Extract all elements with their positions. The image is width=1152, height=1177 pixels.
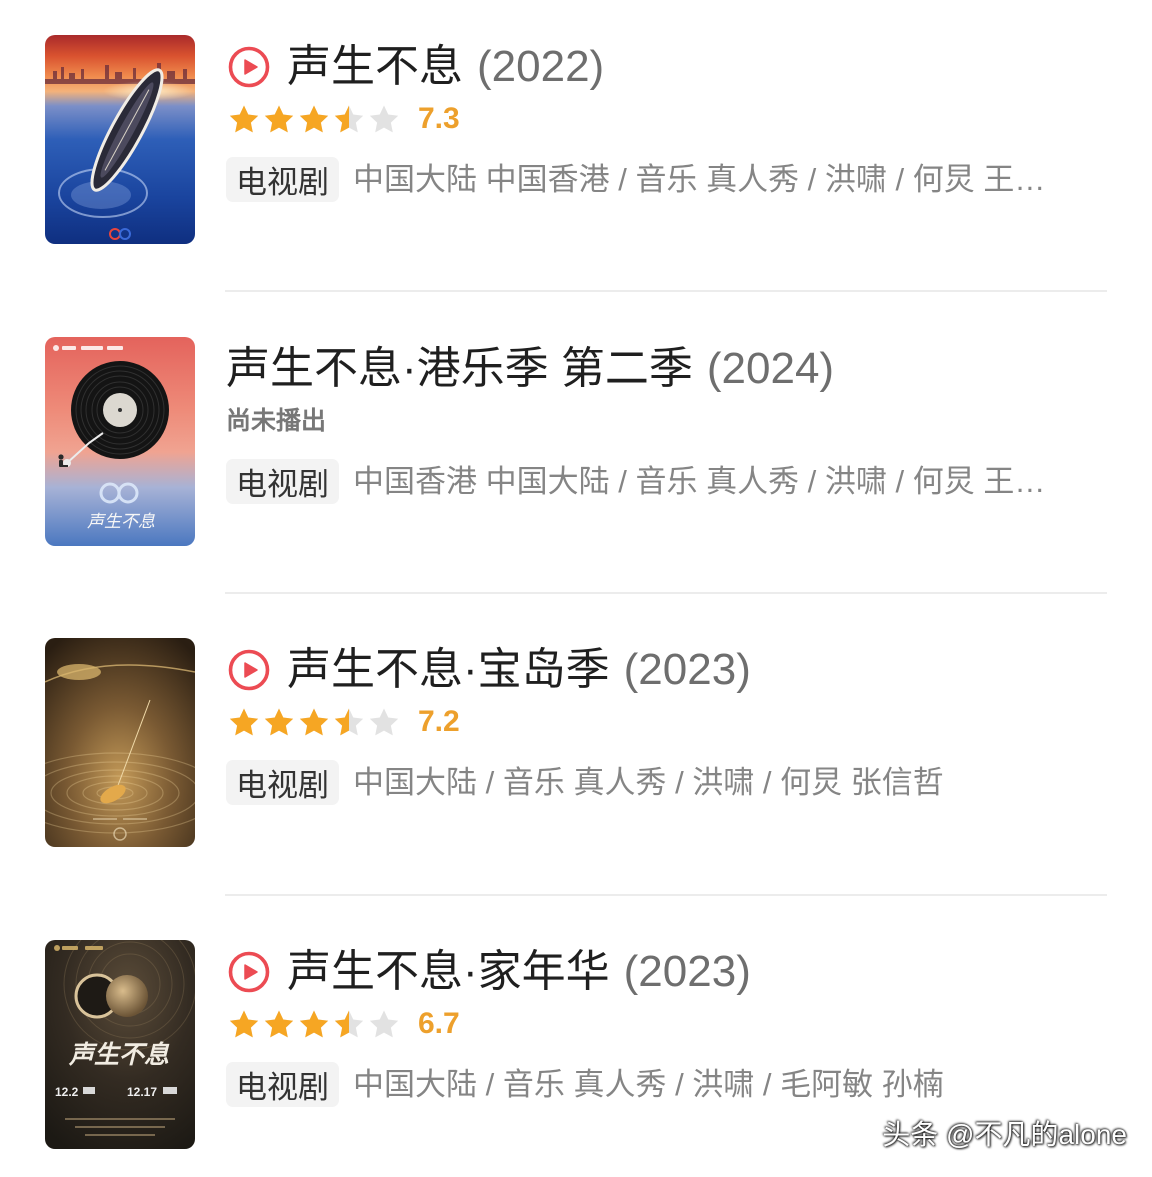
result-meta: 中国大陆 中国香港 / 音乐 真人秀 / 洪啸 / 何炅 王… [353, 162, 1046, 197]
result-meta: 中国大陆 / 音乐 真人秀 / 洪啸 / 何炅 张信哲 [353, 765, 944, 800]
poster-image: 声生不息 [45, 337, 195, 546]
poster-title-text: 声生不息 [68, 1040, 170, 1069]
rating-score: 7.2 [418, 705, 460, 738]
result-meta: 中国大陆 / 音乐 真人秀 / 洪啸 / 毛阿敏 孙楠 [353, 1067, 944, 1102]
title-row[interactable]: 声生不息·家年华 (2023) [226, 946, 1107, 998]
rating-row: 7.2 [226, 704, 460, 740]
vinyl-record [71, 361, 169, 459]
star-rating [227, 706, 401, 739]
star-empty-icon [367, 706, 401, 739]
poster-image [45, 35, 195, 244]
result-title[interactable]: 声生不息·家年华 [287, 946, 610, 998]
air-date-end: 12.17 [127, 1085, 157, 1099]
result-year: (2024) [706, 344, 835, 393]
poster-title-text: 声生不息 [87, 512, 155, 532]
golden-bowl [57, 664, 101, 680]
result-meta: 中国香港 中国大陆 / 音乐 真人秀 / 洪啸 / 何炅 王… [353, 464, 1046, 499]
type-tag: 电视剧 [226, 1062, 339, 1107]
result-content: 声生不息·宝岛季 (2023) 7.2 电视剧 中国大陆 / 音乐 真人秀 / … [226, 638, 1107, 847]
star-half-icon [332, 103, 366, 136]
info-row: 电视剧 中国香港 中国大陆 / 音乐 真人秀 / 洪啸 / 何炅 王… [226, 459, 1107, 504]
star-full-icon [227, 706, 261, 739]
result-content: 声生不息 (2022) 7.3 电视剧 中国大陆 中国香港 / 音乐 真人秀 /… [226, 35, 1107, 244]
status-row: 尚未播出 [226, 403, 326, 439]
title-row[interactable]: 声生不息 (2022) [226, 41, 1107, 93]
result-year: (2023) [623, 645, 751, 694]
search-results-list: 声生不息 (2022) 7.3 电视剧 中国大陆 中国香港 / 音乐 真人秀 /… [0, 0, 1152, 1177]
result-content: 声生不息·港乐季 第二季 (2024) 尚未播出 电视剧 中国香港 中国大陆 /… [226, 337, 1107, 546]
rating-score: 6.7 [418, 1007, 460, 1040]
info-row: 电视剧 中国大陆 / 音乐 真人秀 / 洪啸 / 毛阿敏 孙楠 [226, 1062, 1107, 1107]
rating-score: 7.3 [418, 102, 460, 135]
star-half-icon [332, 706, 366, 739]
poster-thumbnail[interactable] [45, 35, 195, 244]
star-empty-icon [367, 1008, 401, 1041]
play-circle-icon[interactable] [228, 649, 270, 691]
play-circle-icon[interactable] [228, 951, 270, 993]
star-full-icon [297, 1008, 331, 1041]
air-date-start: 12.2 [55, 1085, 79, 1099]
type-tag: 电视剧 [226, 760, 339, 805]
release-status: 尚未播出 [226, 407, 327, 435]
star-empty-icon [367, 103, 401, 136]
star-full-icon [262, 706, 296, 739]
rating-row: 7.3 [226, 101, 460, 137]
star-full-icon [227, 1008, 261, 1041]
info-row: 电视剧 中国大陆 中国香港 / 音乐 真人秀 / 洪啸 / 何炅 王… [226, 157, 1107, 202]
result-item[interactable]: 声生不息 声生不息·港乐季 第二季 (2024) 尚未播出 电视剧 中国香港 中… [0, 337, 1152, 546]
type-tag: 电视剧 [226, 157, 339, 202]
type-tag: 电视剧 [226, 459, 339, 504]
poster-thumbnail[interactable]: 声生不息 12.2 12.17 [45, 940, 195, 1149]
rating-row: 6.7 [226, 1006, 460, 1042]
poster-image: 声生不息 12.2 12.17 [45, 940, 195, 1149]
title-row[interactable]: 声生不息·港乐季 第二季 (2024) [226, 343, 1107, 395]
poster-thumbnail[interactable] [45, 638, 195, 847]
divider [225, 290, 1107, 292]
show-logo [74, 973, 148, 1019]
poster-image [45, 638, 195, 847]
star-full-icon [297, 706, 331, 739]
result-year: (2023) [623, 947, 751, 996]
result-title[interactable]: 声生不息·港乐季 第二季 [226, 343, 693, 395]
result-title[interactable]: 声生不息 [287, 41, 463, 93]
result-item[interactable]: 声生不息·宝岛季 (2023) 7.2 电视剧 中国大陆 / 音乐 真人秀 / … [0, 638, 1152, 847]
star-half-icon [332, 1008, 366, 1041]
watermark: 头条 @不凡的alone [882, 1119, 1127, 1150]
info-row: 电视剧 中国大陆 / 音乐 真人秀 / 洪啸 / 何炅 张信哲 [226, 760, 1107, 805]
divider [225, 592, 1107, 594]
star-full-icon [227, 103, 261, 136]
result-year: (2022) [477, 42, 605, 91]
title-row[interactable]: 声生不息·宝岛季 (2023) [226, 644, 1107, 696]
star-full-icon [262, 103, 296, 136]
divider [225, 894, 1107, 896]
play-circle-icon[interactable] [228, 46, 270, 88]
star-full-icon [262, 1008, 296, 1041]
poster-thumbnail[interactable]: 声生不息 [45, 337, 195, 546]
star-rating [227, 1008, 401, 1041]
star-rating [227, 103, 401, 136]
result-title[interactable]: 声生不息·宝岛季 [287, 644, 610, 696]
star-full-icon [297, 103, 331, 136]
result-item[interactable]: 声生不息 (2022) 7.3 电视剧 中国大陆 中国香港 / 音乐 真人秀 /… [0, 35, 1152, 244]
